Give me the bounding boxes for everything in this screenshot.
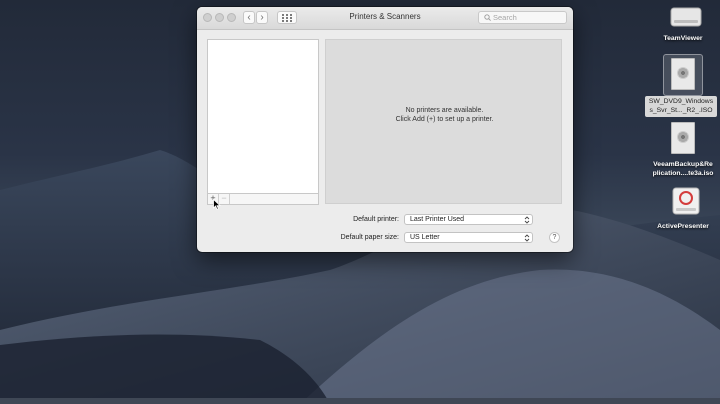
desktop-icon-label: plication....te3a.iso xyxy=(652,170,714,177)
empty-message: No printers are available. xyxy=(405,107,484,114)
forward-button[interactable]: › xyxy=(256,11,268,24)
back-button[interactable]: ‹ xyxy=(243,11,255,24)
desktop-icon-label: ActivePresenter xyxy=(657,223,709,230)
desktop-icon-label: TeamViewer xyxy=(663,35,703,42)
search-input[interactable] xyxy=(493,12,563,23)
search-field[interactable] xyxy=(478,11,567,24)
printer-list-toolbar: + − xyxy=(207,194,319,205)
activepresenter-drive-icon xyxy=(672,187,700,215)
close-button[interactable] xyxy=(203,13,212,22)
zoom-button[interactable] xyxy=(227,13,236,22)
drive-icon xyxy=(670,7,702,27)
grid-icon xyxy=(282,14,292,22)
default-printer-label: Default printer: xyxy=(353,216,399,223)
disc-image-icon xyxy=(671,122,695,154)
disc-image-icon xyxy=(671,58,695,90)
title-bar[interactable]: ‹ › Printers & Scanners xyxy=(197,7,573,30)
printer-detail-pane: No printers are available. Click Add (+)… xyxy=(325,39,562,204)
desktop-icon-label: VeeamBackup&Re xyxy=(653,161,713,168)
default-paper-label: Default paper size: xyxy=(340,234,399,241)
printer-list[interactable] xyxy=(207,39,319,194)
mouse-pointer-icon xyxy=(213,199,221,210)
default-paper-value: US Letter xyxy=(410,234,440,241)
help-button[interactable]: ? xyxy=(549,232,560,243)
dock[interactable] xyxy=(0,398,720,404)
updown-chevron-icon xyxy=(524,234,530,242)
minimize-button[interactable] xyxy=(215,13,224,22)
desktop-icon-label: SW_DVD9_Windows xyxy=(648,98,714,105)
default-printer-select[interactable]: Last Printer Used xyxy=(404,214,533,225)
window-title: Printers & Scanners xyxy=(349,12,421,21)
default-printer-value: Last Printer Used xyxy=(410,216,465,223)
empty-message-hint: Click Add (+) to set up a printer. xyxy=(395,116,494,123)
printers-scanners-window: ‹ › Printers & Scanners + − No printers xyxy=(197,7,573,252)
show-all-button[interactable] xyxy=(277,11,297,24)
search-icon xyxy=(484,14,491,21)
updown-chevron-icon xyxy=(524,216,530,224)
default-paper-select[interactable]: US Letter xyxy=(404,232,533,243)
desktop-icon-label: s_Svr_St..._R2_.ISO xyxy=(649,107,713,114)
